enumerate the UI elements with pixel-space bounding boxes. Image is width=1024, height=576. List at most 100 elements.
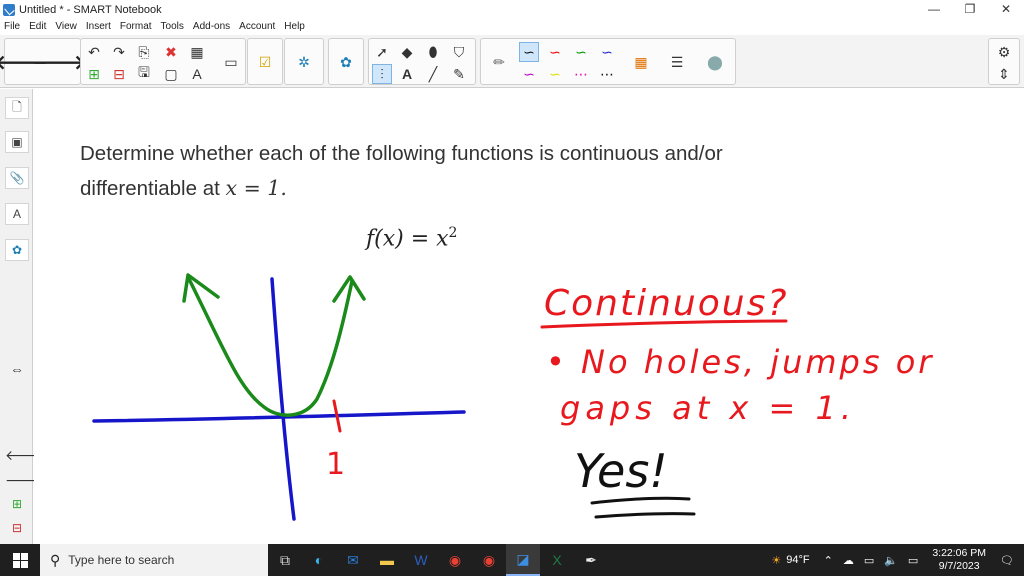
file-explorer-icon[interactable]: ▬ [370, 544, 404, 576]
add-page-side-icon[interactable]: ⊞ [5, 497, 29, 511]
response-icon[interactable]: ☑ [255, 52, 275, 72]
menu-format[interactable]: Format [120, 21, 152, 32]
line-tool-icon[interactable]: ╱ [423, 64, 443, 84]
activity-builder-icon[interactable]: ✿ [336, 52, 356, 72]
addons-panel-icon[interactable]: ✿ [5, 239, 29, 261]
bullet-line-2-ink: gaps at x = 1. [560, 389, 856, 427]
effects-icon[interactable]: ⬤ [705, 52, 725, 72]
pen-style-pink-dash[interactable]: ⋯ [571, 64, 591, 84]
toolbar-group-pen-styles: ✏ ∽ ∽ ∽ ∽ ∽ ∽ ⋯ ⋯ ▦ ☰ ⬤ [480, 38, 736, 85]
full-screen-icon[interactable]: ▢ [161, 64, 181, 84]
task-view-icon[interactable]: ⧉ [268, 544, 302, 576]
pen-icon[interactable]: ✏ [489, 52, 509, 72]
previous-arrow-icon[interactable]: 🡐 [5, 447, 43, 464]
menu-help[interactable]: Help [284, 21, 305, 32]
pen-style-magenta[interactable]: ∽ [519, 64, 539, 84]
volume-icon[interactable]: 🔈 [884, 554, 898, 567]
window-title: Untitled * - SMART Notebook [19, 3, 162, 16]
outlook-icon[interactable]: ✉ [336, 544, 370, 576]
excel-icon[interactable]: X [540, 544, 574, 576]
menu-account[interactable]: Account [239, 21, 275, 32]
network-icon[interactable]: ▭ [864, 554, 874, 567]
restore-button[interactable]: ❐ [952, 0, 988, 19]
notebook-page-canvas[interactable]: Determine whether each of the following … [34, 89, 1024, 544]
clock[interactable]: 3:22:06 PM 9/7/2023 [932, 547, 986, 573]
windows-taskbar: ⚲ Type here to search ⧉ ◐ ✉ ▬ W ◉ ◉ ◪ X … [0, 544, 1024, 576]
weather-widget[interactable]: ☀ 94°F [771, 554, 809, 567]
page-sorter-icon[interactable]: 🗋 [5, 97, 29, 119]
addon-gear-icon[interactable]: ✲ [294, 52, 314, 72]
tray-chevron-icon[interactable]: ⌃ [824, 554, 833, 567]
menu-file[interactable]: File [4, 21, 20, 32]
smart-notebook-taskbar-icon[interactable]: ◪ [506, 544, 540, 576]
left-arrowhead-ink [182, 273, 220, 303]
color-palette-icon[interactable]: ▦ [631, 52, 651, 72]
pen-style-red[interactable]: ∽ [545, 42, 565, 62]
fill-tool-icon[interactable]: ⛉ [449, 42, 469, 62]
search-placeholder: Type here to search [68, 553, 175, 567]
delete-page-icon[interactable]: ⊟ [109, 64, 129, 84]
eraser-tool-icon[interactable]: ⬮ [423, 42, 443, 62]
pen-app-icon[interactable]: ✒ [574, 544, 608, 576]
next-page-button[interactable]: 🡒 [32, 52, 86, 74]
add-page-icon[interactable]: ⊞ [84, 64, 104, 84]
edge-icon[interactable]: ◐ [302, 544, 336, 576]
delete-icon[interactable]: ✖ [161, 42, 181, 62]
notifications-icon[interactable]: 🗨 [1000, 554, 1014, 567]
menu-bar: File Edit View Insert Format Tools Add-o… [0, 19, 1024, 34]
close-button[interactable]: ✕ [988, 0, 1024, 19]
smart-notebook-icon [3, 3, 15, 16]
undo-icon[interactable]: ↶ [84, 42, 104, 62]
word-icon[interactable]: W [404, 544, 438, 576]
toolbar-move-icon[interactable]: ⇕ [994, 64, 1014, 84]
menu-view[interactable]: View [55, 21, 77, 32]
line-style-icon[interactable]: ☰ [667, 52, 687, 72]
resize-panel-icon[interactable]: ⇔ [5, 361, 29, 377]
menu-add-ons[interactable]: Add-ons [193, 21, 230, 32]
toolbar-group-navigation: 🡐 🡒 [0, 38, 86, 85]
save-icon[interactable]: 🖫 [134, 64, 154, 84]
toolbar: 🡐 🡒 ↶ ↷ ⎘ ✖ ▦ ▭ ⊞ ⊟ 🖫 ▢ A ☑ ✲ ✿ ➚ ◆ ⬮ ⛉ … [0, 35, 1024, 88]
sun-cloud-icon: ☀ [771, 554, 782, 567]
pen-style-black-dash[interactable]: ⋯ [597, 64, 617, 84]
redo-icon[interactable]: ↷ [109, 42, 129, 62]
pen-style-blue[interactable]: ∽ [597, 42, 617, 62]
battery-icon[interactable]: ▭ [908, 554, 918, 567]
next-arrow-icon[interactable]: 🡒 [5, 472, 43, 489]
search-icon: ⚲ [50, 551, 61, 568]
chrome-profile-icon[interactable]: ◉ [472, 544, 506, 576]
paste-icon[interactable]: ⎘ [134, 42, 154, 62]
previous-page-button[interactable]: 🡐 [0, 52, 48, 74]
smart-notebook-window: Untitled * - SMART Notebook — ❐ ✕ File E… [0, 0, 1024, 576]
text-tool-icon[interactable]: A [397, 64, 417, 84]
answer-underline-2 [594, 512, 696, 519]
menu-edit[interactable]: Edit [29, 21, 46, 32]
gear-icon[interactable]: ⚙ [994, 42, 1014, 62]
gallery-icon[interactable]: ▣ [5, 131, 29, 153]
pen-tool-icon[interactable]: ⫶ [372, 64, 392, 84]
pen-style-yellow[interactable]: ∽ [545, 64, 565, 84]
select-tool-icon[interactable]: ➚ [372, 42, 392, 62]
taskbar-search[interactable]: ⚲ Type here to search [40, 544, 268, 576]
attachments-icon[interactable]: 📎 [5, 167, 29, 189]
shapes-tool-icon[interactable]: ◆ [397, 42, 417, 62]
minimize-button[interactable]: — [916, 0, 952, 19]
y-axis-ink [270, 277, 296, 521]
menu-tools[interactable]: Tools [161, 21, 184, 32]
title-bar: Untitled * - SMART Notebook — ❐ ✕ [0, 0, 1024, 19]
toolbar-group-response: ☑ [247, 38, 283, 85]
magic-pen-icon[interactable]: ✎ [449, 64, 469, 84]
screen-shade-icon[interactable]: ▭ [221, 52, 241, 72]
heading-ink: Continuous? [544, 283, 788, 324]
delete-page-side-icon[interactable]: ⊟ [5, 521, 29, 535]
pen-style-black[interactable]: ∽ [519, 42, 539, 62]
start-button[interactable] [0, 544, 40, 576]
properties-icon[interactable]: A [5, 203, 29, 225]
clock-time: 3:22:06 PM [932, 547, 987, 559]
pen-style-green[interactable]: ∽ [571, 42, 591, 62]
chrome-icon[interactable]: ◉ [438, 544, 472, 576]
document-camera-icon[interactable]: A [187, 64, 207, 84]
menu-insert[interactable]: Insert [86, 21, 111, 32]
onedrive-icon[interactable]: ☁ [843, 554, 854, 567]
table-icon[interactable]: ▦ [187, 42, 207, 62]
